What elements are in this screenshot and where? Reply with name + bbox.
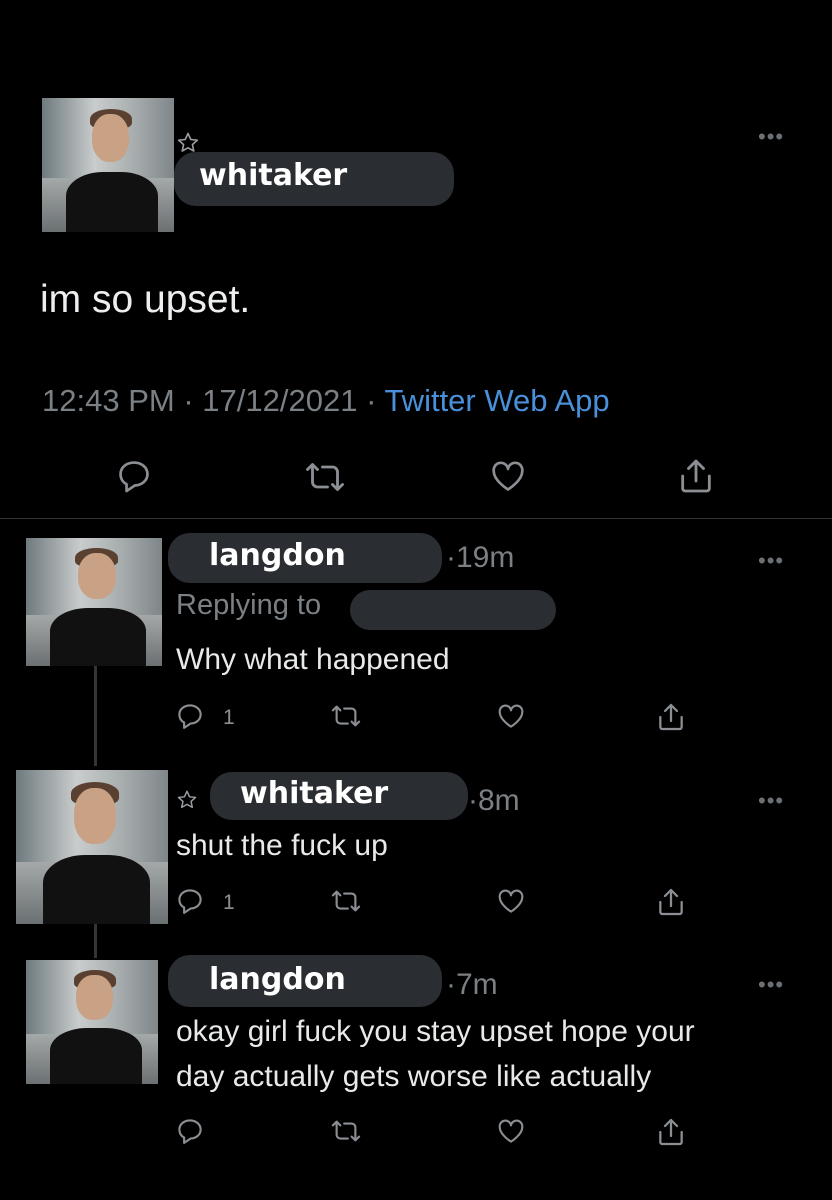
username[interactable]: langdon	[209, 962, 346, 997]
heart-icon[interactable]	[496, 701, 526, 731]
thread-line	[94, 924, 97, 958]
username[interactable]: langdon	[209, 538, 346, 573]
tweet-time: 12:43 PM	[42, 383, 175, 418]
reply-icon[interactable]	[175, 886, 205, 916]
share-icon[interactable]	[655, 1116, 687, 1148]
heart-icon[interactable]	[496, 886, 526, 916]
replying-to-label: Replying to	[176, 589, 322, 621]
tweet-source-link[interactable]: Twitter Web App	[384, 383, 609, 418]
tweet-text: im so upset.	[40, 278, 251, 321]
tweet-date: 17/12/2021	[202, 383, 358, 418]
more-icon[interactable]: •••	[758, 974, 784, 996]
meta-separator: ·	[183, 383, 194, 418]
more-icon[interactable]: •••	[758, 550, 784, 572]
share-icon[interactable]	[655, 701, 687, 733]
retweet-icon[interactable]	[331, 886, 361, 916]
share-icon[interactable]	[655, 886, 687, 918]
reply-text-line-2: day actually gets worse like actually	[176, 1060, 652, 1093]
reply-time-value: 19m	[456, 541, 515, 574]
reply-icon[interactable]	[115, 457, 153, 495]
retweet-icon[interactable]	[331, 701, 361, 731]
reply-text-line-1: okay girl fuck you stay upset hope your	[176, 1015, 695, 1048]
avatar[interactable]	[26, 538, 162, 666]
retweet-icon[interactable]	[305, 457, 345, 497]
star-icon	[176, 789, 198, 811]
reply-time: ·7m	[446, 968, 498, 1001]
avatar[interactable]	[16, 770, 168, 924]
thread-line	[94, 666, 97, 766]
reply-count: 1	[223, 891, 235, 914]
retweet-icon[interactable]	[331, 1116, 361, 1146]
username[interactable]: whitaker	[199, 158, 347, 193]
reply-text: Why what happened	[176, 643, 450, 676]
reply-icon[interactable]	[175, 1116, 205, 1146]
avatar[interactable]	[42, 98, 174, 232]
reply-time: ·8m	[468, 784, 520, 817]
more-icon[interactable]: •••	[758, 126, 784, 148]
meta-separator: ·	[366, 383, 377, 418]
more-icon[interactable]: •••	[758, 790, 784, 812]
reply-time: ·19m	[446, 541, 515, 574]
reply-time-value: 7m	[456, 968, 498, 1001]
username[interactable]: whitaker	[240, 776, 388, 811]
reply-count: 1	[223, 706, 235, 729]
replying-to-handle[interactable]	[350, 590, 556, 630]
heart-icon[interactable]	[489, 457, 527, 495]
divider	[0, 518, 832, 519]
reply-icon[interactable]	[175, 701, 205, 731]
reply-text: shut the fuck up	[176, 829, 388, 862]
reply-time-value: 8m	[478, 784, 520, 817]
tweet-meta: 12:43 PM · 17/12/2021 · Twitter Web App	[42, 383, 610, 419]
share-icon[interactable]	[676, 456, 716, 496]
avatar[interactable]	[26, 960, 158, 1084]
heart-icon[interactable]	[496, 1116, 526, 1146]
